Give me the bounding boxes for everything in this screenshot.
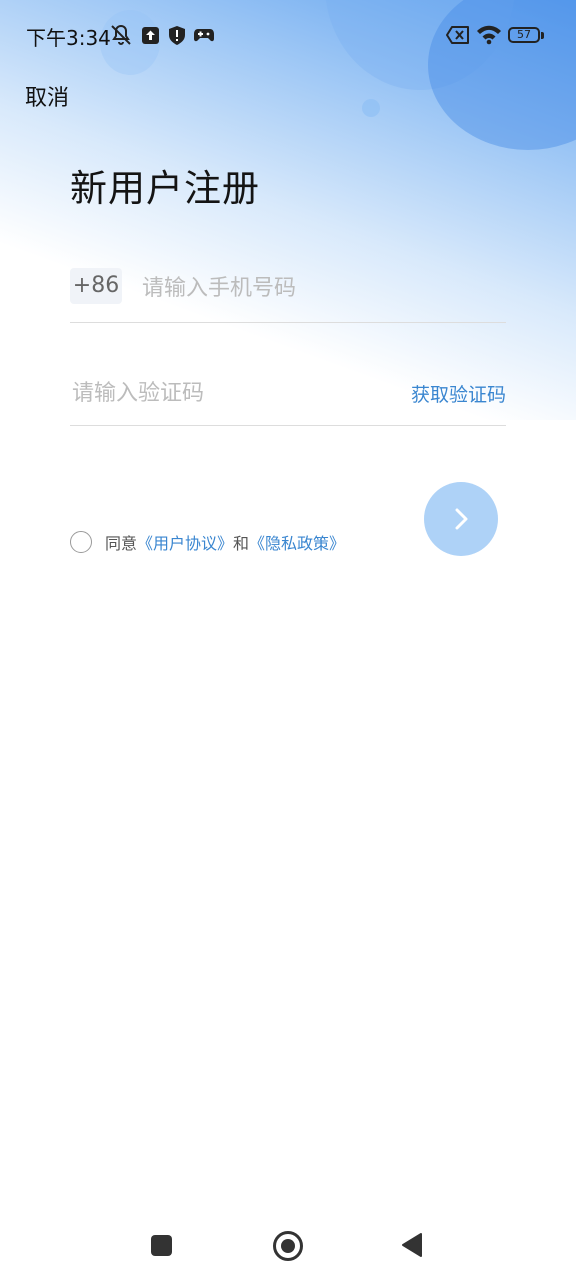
notifications-off-icon — [109, 22, 133, 48]
agreement-text: 同意《用户协议》和《隐私政策》 — [105, 530, 345, 554]
status-time: 下午3:34 — [26, 26, 111, 50]
get-code-button[interactable]: 获取验证码 — [411, 380, 506, 407]
verification-code-row: 获取验证码 — [70, 367, 506, 426]
status-bar: 下午3:34 57 — [0, 0, 576, 70]
wifi-icon — [476, 22, 502, 48]
country-code-selector[interactable]: +86 — [70, 268, 122, 304]
home-circle-icon[interactable] — [273, 1231, 303, 1261]
system-nav-bar — [0, 1210, 576, 1280]
battery-level: 57 — [517, 28, 531, 41]
phone-input[interactable] — [140, 270, 504, 306]
no-sim-icon — [446, 22, 470, 48]
privacy-policy-link[interactable]: 《隐私政策》 — [249, 534, 345, 553]
cancel-button[interactable]: 取消 — [25, 80, 69, 112]
home-dot — [281, 1239, 295, 1253]
page-title: 新用户注册 — [70, 167, 260, 210]
decorative-bubble — [362, 99, 380, 117]
phone-field-row: +86 — [70, 262, 506, 323]
upload-icon — [142, 22, 159, 48]
battery-icon: 57 — [508, 27, 540, 43]
agreement-prefix: 同意 — [105, 534, 138, 553]
chevron-right-icon — [455, 508, 468, 530]
agreement-checkbox[interactable] — [70, 531, 92, 553]
shield-icon — [169, 22, 185, 48]
agreement-and: 和 — [233, 534, 250, 553]
battery-tip — [541, 32, 544, 39]
back-triangle-icon[interactable] — [401, 1232, 423, 1262]
agreement-row: 同意《用户协议》和《隐私政策》 — [70, 529, 345, 555]
recents-square-icon[interactable] — [151, 1235, 172, 1256]
verification-code-input[interactable] — [70, 375, 374, 411]
next-button[interactable] — [424, 482, 498, 556]
user-agreement-link[interactable]: 《用户协议》 — [137, 534, 233, 553]
gamepad-icon — [194, 22, 214, 48]
